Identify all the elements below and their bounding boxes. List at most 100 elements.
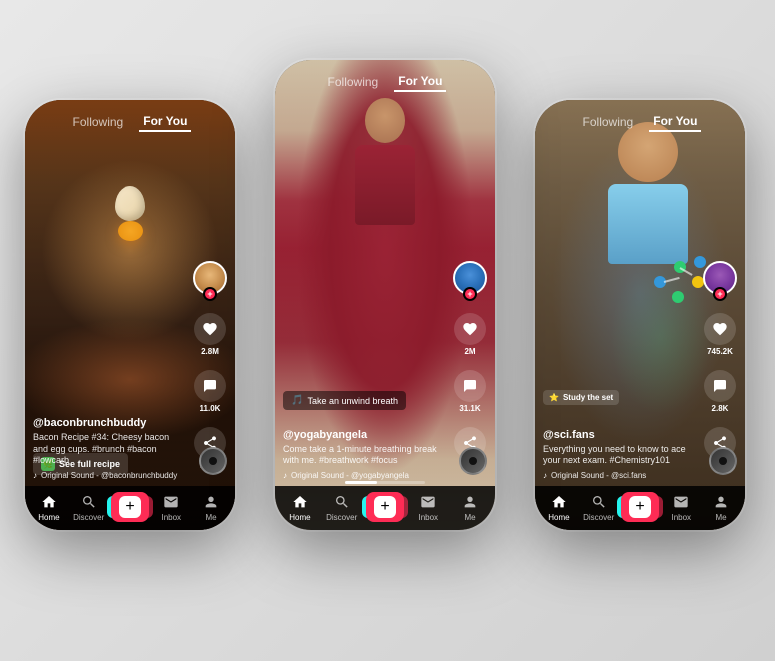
- phone-right-screen: Following For You + 745.2K: [535, 100, 745, 530]
- nav-home-left[interactable]: Home: [31, 493, 66, 522]
- music-disc-center: [459, 447, 487, 475]
- egg-yolk: [118, 221, 143, 241]
- food-visual: [100, 186, 160, 266]
- bottom-content-right: @sci.fans Everything you need to know to…: [543, 429, 695, 480]
- add-icon-right: +: [629, 496, 651, 518]
- nav-discover-left[interactable]: Discover: [71, 493, 106, 522]
- like-button-center[interactable]: 2M: [454, 313, 486, 356]
- inbox-label-left: Inbox: [161, 513, 181, 522]
- inbox-label-center: Inbox: [418, 513, 438, 522]
- bottom-content-left: @baconbrunchbuddy Bacon Recipe #34: Chee…: [33, 417, 185, 480]
- home-icon-left: [40, 493, 58, 511]
- add-button-right[interactable]: +: [621, 492, 659, 522]
- sound-text-left: Original Sound - @baconbrunchbuddy: [41, 471, 177, 480]
- me-label-left: Me: [206, 513, 217, 522]
- inbox-icon-left: [162, 493, 180, 511]
- nav-me-center[interactable]: Me: [453, 493, 488, 522]
- discover-label-right: Discover: [583, 513, 614, 522]
- egg-shell: [115, 186, 145, 221]
- comment-icon-right: [704, 370, 736, 402]
- creator-avatar-center[interactable]: +: [453, 261, 487, 295]
- study-text: Study the set: [563, 393, 613, 402]
- for-you-tab-center[interactable]: For You: [394, 72, 446, 92]
- nav-home-center[interactable]: Home: [282, 493, 317, 522]
- comment-button-left[interactable]: 11.0K: [194, 370, 226, 413]
- breathing-text: Take an unwind breath: [307, 396, 398, 406]
- comment-button-center[interactable]: 31.1K: [454, 370, 486, 413]
- description-center: Come take a 1-minute breathing break wit…: [283, 444, 445, 467]
- home-icon-center: [291, 493, 309, 511]
- inbox-icon-center: [419, 493, 437, 511]
- sound-text-right: Original Sound - @sci.fans: [551, 471, 646, 480]
- music-disc-inner-center: [469, 457, 477, 465]
- comment-icon-left: [194, 370, 226, 402]
- top-navigation-right: Following For You: [535, 100, 745, 138]
- like-count-left: 2.8M: [201, 347, 219, 356]
- person-head: [365, 98, 405, 143]
- yoga-person-visual: [345, 98, 425, 298]
- sound-row-right: ♪ Original Sound - @sci.fans: [543, 471, 695, 480]
- discover-icon-center: [333, 493, 351, 511]
- bottom-nav-center: Home Discover + Inbox: [275, 486, 495, 530]
- me-icon-right: [712, 493, 730, 511]
- inbox-label-right: Inbox: [671, 513, 691, 522]
- add-button-center[interactable]: +: [366, 492, 404, 522]
- nav-inbox-left[interactable]: Inbox: [154, 493, 189, 522]
- following-tab-right[interactable]: Following: [579, 113, 638, 131]
- me-label-right: Me: [716, 513, 727, 522]
- right-actions-right: + 745.2K 2.8K: [703, 261, 737, 470]
- phones-container: Following For You + 2.8M: [0, 0, 775, 661]
- like-button-left[interactable]: 2.8M: [194, 313, 226, 356]
- bond-2: [663, 276, 679, 282]
- bottom-nav-left: Home Discover + Inbox: [25, 486, 235, 530]
- for-you-tab-right[interactable]: For You: [649, 112, 701, 132]
- follow-plus-center[interactable]: +: [463, 287, 477, 301]
- like-button-right[interactable]: 745.2K: [704, 313, 736, 356]
- creator-avatar-left[interactable]: +: [193, 261, 227, 295]
- comment-count-left: 11.0K: [200, 404, 221, 413]
- home-icon-right: [550, 493, 568, 511]
- like-icon-center: [454, 313, 486, 345]
- username-right[interactable]: @sci.fans: [543, 429, 695, 441]
- discover-label-left: Discover: [73, 513, 104, 522]
- nav-add-right[interactable]: +: [621, 492, 659, 522]
- add-button-left[interactable]: +: [111, 492, 149, 522]
- comment-count-center: 31.1K: [459, 404, 480, 413]
- creator-avatar-right[interactable]: +: [703, 261, 737, 295]
- phone-right: Following For You + 745.2K: [535, 100, 745, 530]
- nav-discover-right[interactable]: Discover: [581, 493, 616, 522]
- music-note-left: ♪: [33, 471, 37, 480]
- following-tab-center[interactable]: Following: [324, 73, 383, 91]
- follow-plus-left[interactable]: +: [203, 287, 217, 301]
- music-disc-inner-right: [719, 457, 727, 465]
- nav-home-right[interactable]: Home: [541, 493, 576, 522]
- nav-me-right[interactable]: Me: [704, 493, 739, 522]
- nav-me-left[interactable]: Me: [194, 493, 229, 522]
- nav-inbox-center[interactable]: Inbox: [411, 493, 446, 522]
- study-icon: ⭐: [549, 393, 559, 402]
- music-disc-right: [709, 447, 737, 475]
- music-disc-left: [199, 447, 227, 475]
- username-center[interactable]: @yogabyangela: [283, 429, 445, 441]
- bottom-content-center: @yogabyangela Come take a 1-minute breat…: [283, 429, 445, 480]
- me-icon-center: [461, 493, 479, 511]
- follow-plus-right[interactable]: +: [713, 287, 727, 301]
- top-navigation-left: Following For You: [25, 100, 235, 138]
- study-banner-right[interactable]: ⭐ Study the set: [543, 390, 619, 405]
- breathing-icon: 🎵: [291, 395, 303, 406]
- breathing-banner-center: 🎵 Take an unwind breath: [283, 391, 406, 410]
- sound-row-left: ♪ Original Sound - @baconbrunchbuddy: [33, 471, 185, 480]
- nav-discover-center[interactable]: Discover: [324, 493, 359, 522]
- home-label-center: Home: [289, 513, 310, 522]
- right-actions-left: + 2.8M 11.0K: [193, 261, 227, 470]
- phone-left: Following For You + 2.8M: [25, 100, 235, 530]
- comment-button-right[interactable]: 2.8K: [704, 370, 736, 413]
- nav-add-center[interactable]: +: [366, 492, 404, 522]
- for-you-tab-left[interactable]: For You: [139, 112, 191, 132]
- username-left[interactable]: @baconbrunchbuddy: [33, 417, 185, 429]
- nav-inbox-right[interactable]: Inbox: [664, 493, 699, 522]
- following-tab-left[interactable]: Following: [69, 113, 128, 131]
- progress-fill-center: [345, 481, 377, 484]
- progress-bar-center: [345, 481, 425, 484]
- nav-add-left[interactable]: +: [111, 492, 149, 522]
